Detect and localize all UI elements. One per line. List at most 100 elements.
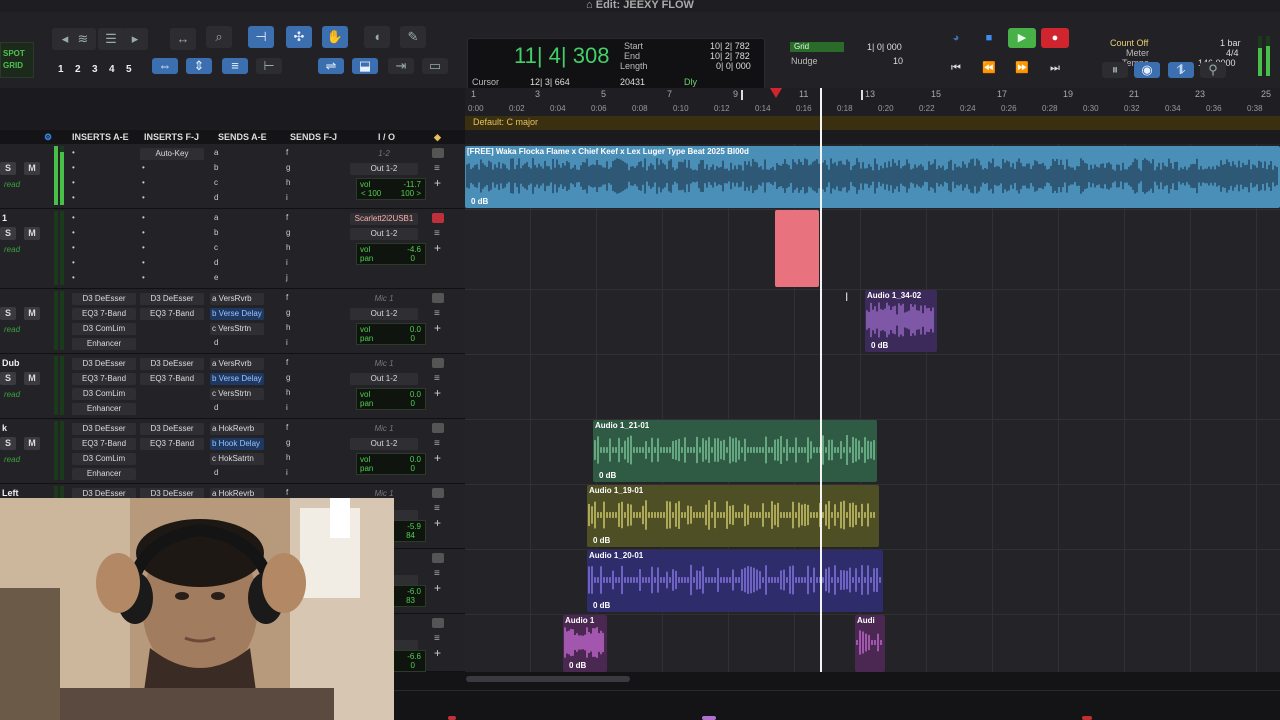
track-name[interactable]: Left: [2, 488, 19, 498]
insert-slot-empty[interactable]: •: [142, 273, 145, 282]
add-icon[interactable]: +: [434, 321, 441, 335]
track-options-icon[interactable]: [432, 213, 444, 223]
track-options-icon[interactable]: [432, 423, 444, 433]
pan-value[interactable]: 84: [406, 531, 415, 540]
insert-slot-empty[interactable]: •: [72, 243, 75, 252]
send-slot[interactable]: a HokRevrb: [210, 423, 264, 435]
insert-slot[interactable]: EQ3 7-Band: [72, 438, 136, 450]
track-row[interactable]: k S Mread D3 DeEsser EQ3 7-Band D3 ComLim Enha…: [0, 419, 465, 484]
volume-pan-display[interactable]: vol 0.0 pan 0: [356, 453, 426, 475]
selection-end-marker[interactable]: [861, 90, 869, 100]
send-slot[interactable]: j: [286, 273, 288, 282]
insert-slot[interactable]: EQ3 7-Band: [72, 308, 136, 320]
delay-comp-label[interactable]: Dly: [684, 77, 697, 87]
metronome-icon[interactable]: ⚲: [1200, 62, 1226, 78]
clip-gain[interactable]: 0 dB: [599, 471, 616, 480]
insert-slot[interactable]: Enhancer: [72, 468, 136, 480]
end-value[interactable]: 10| 2| 782: [710, 51, 750, 61]
zoom-preset-2[interactable]: 2: [75, 64, 81, 75]
playlist-icon[interactable]: ≡: [434, 308, 440, 319]
send-slot[interactable]: c: [214, 243, 218, 252]
add-icon[interactable]: +: [434, 176, 441, 190]
send-slot[interactable]: c: [214, 178, 218, 187]
insert-slot-empty[interactable]: •: [72, 258, 75, 267]
zoomer-tool-icon[interactable]: ↔: [170, 28, 196, 50]
horizontal-scrollbar[interactable]: [466, 676, 630, 682]
input-selector[interactable]: Mic 1: [350, 358, 418, 370]
track-row[interactable]: SMread•••••Auto-Key••••abcdfghi1-2Out 1-…: [0, 144, 465, 217]
link-icon[interactable]: ⇌: [318, 58, 344, 74]
send-slot[interactable]: g: [286, 308, 290, 317]
recording-region[interactable]: [775, 210, 819, 287]
insert-slot-empty[interactable]: •: [72, 228, 75, 237]
output-selector[interactable]: Out 1-2: [350, 228, 418, 240]
audio-clip[interactable]: Audi: [855, 615, 885, 672]
playlist-icon[interactable]: ≡: [434, 633, 440, 644]
send-slot[interactable]: i: [286, 193, 288, 202]
output-selector[interactable]: Out 1-2: [350, 308, 418, 320]
selector-tool-icon[interactable]: ✣: [286, 26, 312, 48]
send-slot[interactable]: b: [214, 163, 218, 172]
insert-slot[interactable]: Auto-Key: [140, 148, 204, 160]
pan-value[interactable]: 0: [411, 399, 415, 408]
scrubber-tool-icon[interactable]: ◖: [364, 26, 390, 48]
volume-value[interactable]: -4.6: [407, 245, 421, 254]
midi-zoom-icon[interactable]: ☰: [98, 28, 124, 50]
insert-slot-empty[interactable]: •: [142, 228, 145, 237]
grid-value[interactable]: 1| 0| 000: [867, 42, 902, 52]
insert-slot[interactable]: EQ3 7-Band: [72, 373, 136, 385]
insert-slot-empty[interactable]: •: [72, 148, 75, 157]
bar-count-value[interactable]: 1 bar: [1220, 38, 1241, 48]
insert-slot[interactable]: EQ3 7-Band: [140, 308, 204, 320]
input-selector[interactable]: Mic 1: [350, 423, 418, 435]
send-slot[interactable]: a VersRvrb: [210, 358, 264, 370]
insert-slot[interactable]: D3 DeEsser: [140, 423, 204, 435]
selection-start-marker[interactable]: [741, 90, 749, 100]
mute-button[interactable]: M: [24, 227, 40, 240]
send-slot[interactable]: c HokSatrtn: [210, 453, 264, 465]
pan-right-value[interactable]: 100 >: [401, 189, 421, 198]
track-name[interactable]: 1: [2, 213, 7, 223]
audio-clip[interactable]: Audio 1_20-01 0 dB: [587, 550, 883, 612]
add-icon[interactable]: +: [434, 646, 441, 660]
track-color-icon[interactable]: ◆: [434, 132, 441, 143]
track-options-icon[interactable]: [432, 488, 444, 498]
send-slot[interactable]: g: [286, 438, 290, 447]
pan-value[interactable]: 0: [411, 661, 415, 670]
mute-button[interactable]: M: [24, 372, 40, 385]
automation-mode[interactable]: read: [4, 245, 20, 254]
output-selector[interactable]: Out 1-2: [350, 163, 418, 175]
add-icon[interactable]: +: [434, 451, 441, 465]
pencil-tool-icon[interactable]: ✎: [400, 26, 426, 48]
zoom-preset-4[interactable]: 4: [109, 64, 115, 75]
search-icon[interactable]: ⌕: [206, 26, 232, 48]
insert-slot-empty[interactable]: •: [72, 213, 75, 222]
track-row[interactable]: S Mread D3 DeEsser EQ3 7-Band D3 ComLim Enhan…: [0, 289, 465, 354]
return-to-zero-icon[interactable]: ⏮: [942, 58, 970, 78]
insert-slot[interactable]: D3 DeEsser: [72, 423, 136, 435]
track-options-icon[interactable]: [432, 358, 444, 368]
mode-grid[interactable]: GRID: [3, 61, 23, 70]
fast-forward-icon[interactable]: ⏩: [1008, 58, 1036, 78]
send-slot[interactable]: d: [214, 193, 218, 202]
insert-slot-empty[interactable]: •: [72, 273, 75, 282]
midi-merge-icon[interactable]: ◉: [1134, 62, 1160, 78]
insert-slot[interactable]: D3 ComLim: [72, 323, 136, 335]
rewind-icon[interactable]: ⏪: [975, 58, 1003, 78]
send-slot[interactable]: e: [214, 273, 218, 282]
send-slot[interactable]: a: [214, 148, 218, 157]
zoom-in-icon[interactable]: ▸: [122, 28, 148, 50]
send-slot[interactable]: h: [286, 323, 290, 332]
clip-gain[interactable]: 0 dB: [569, 661, 586, 670]
insert-slot-empty[interactable]: •: [142, 213, 145, 222]
insert-slot[interactable]: D3 DeEsser: [140, 358, 204, 370]
send-slot[interactable]: i: [286, 468, 288, 477]
insert-slot-empty[interactable]: •: [72, 193, 75, 202]
automation-mode[interactable]: read: [4, 325, 20, 334]
volume-pan-display[interactable]: vol -11.7 < 100 100 >: [356, 178, 426, 200]
insert-slot-empty[interactable]: •: [142, 163, 145, 172]
send-slot[interactable]: f: [286, 423, 288, 432]
pan-left-value[interactable]: < 100: [361, 189, 381, 198]
track-options-icon[interactable]: [432, 618, 444, 628]
clip-gain[interactable]: 0 dB: [471, 197, 488, 206]
